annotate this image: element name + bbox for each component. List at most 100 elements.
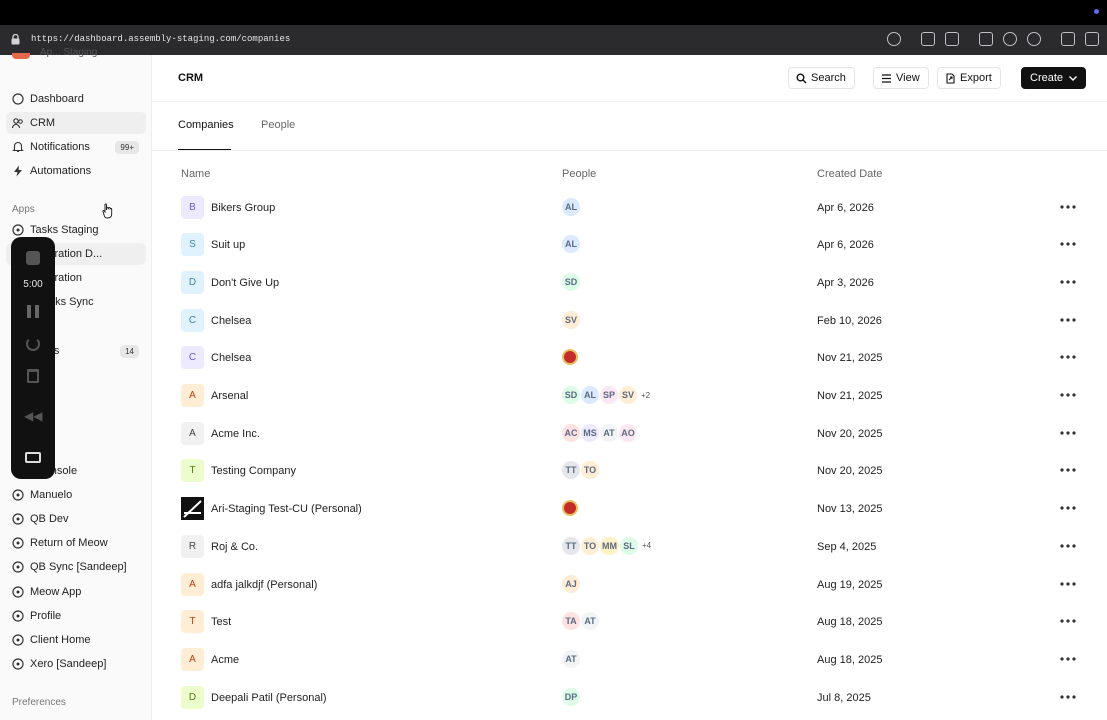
row-more-options-icon[interactable] bbox=[1060, 424, 1080, 438]
tab-people[interactable]: People bbox=[261, 119, 295, 131]
person-avatar[interactable]: AJ bbox=[562, 574, 580, 593]
person-avatar[interactable]: SV bbox=[562, 310, 580, 329]
company-name[interactable]: Acme Inc. bbox=[211, 428, 260, 440]
person-avatar[interactable]: TT bbox=[562, 461, 580, 480]
column-header-created-date[interactable]: Created Date bbox=[817, 168, 882, 180]
person-avatar[interactable]: AT bbox=[600, 423, 618, 442]
company-name[interactable]: Test bbox=[211, 616, 231, 628]
row-more-options-icon[interactable] bbox=[1060, 612, 1080, 626]
person-avatar[interactable]: AC bbox=[562, 423, 580, 442]
row-more-options-icon[interactable] bbox=[1060, 537, 1080, 551]
person-avatar[interactable]: AT bbox=[581, 612, 599, 631]
sidebar-toggle-icon[interactable] bbox=[1085, 32, 1099, 46]
company-name[interactable]: Chelsea bbox=[211, 352, 251, 364]
company-name[interactable]: Don't Give Up bbox=[211, 277, 279, 289]
person-avatar[interactable]: SD bbox=[562, 272, 580, 291]
row-more-options-icon[interactable] bbox=[1060, 273, 1080, 287]
person-avatar[interactable]: MS bbox=[581, 423, 599, 442]
trash-icon[interactable] bbox=[27, 369, 39, 383]
sidebar-app-item[interactable]: Manuelo bbox=[6, 484, 146, 506]
sidebar-item-automations[interactable]: Automations bbox=[6, 160, 146, 182]
camera-toggle-icon[interactable] bbox=[25, 452, 41, 463]
table-row[interactable]: T Test TA AT Aug 18, 2025 bbox=[172, 604, 1107, 641]
company-name[interactable]: Ari-Staging Test-CU (Personal) bbox=[211, 503, 362, 515]
company-name[interactable]: Suit up bbox=[211, 239, 245, 251]
sidebar-item-notifications[interactable]: Notifications 99+ bbox=[6, 136, 146, 158]
person-avatar[interactable]: MM bbox=[600, 536, 619, 555]
globe-icon[interactable] bbox=[1003, 32, 1017, 46]
row-more-options-icon[interactable] bbox=[1060, 688, 1080, 702]
view-button[interactable]: View bbox=[873, 67, 929, 89]
stop-recording-button[interactable] bbox=[26, 251, 40, 265]
folder-icon[interactable] bbox=[979, 32, 993, 46]
company-name[interactable]: Arsenal bbox=[211, 390, 248, 402]
table-row[interactable]: C Chelsea Nov 21, 2025 bbox=[172, 340, 1107, 377]
row-more-options-icon[interactable] bbox=[1060, 461, 1080, 475]
person-avatar[interactable]: TO bbox=[581, 536, 599, 555]
company-name[interactable]: Testing Company bbox=[211, 465, 296, 477]
person-avatar[interactable]: TT bbox=[562, 536, 580, 555]
sidebar-app-item[interactable]: Client Home bbox=[6, 629, 146, 651]
row-more-options-icon[interactable] bbox=[1060, 650, 1080, 664]
restart-button[interactable] bbox=[26, 337, 40, 351]
person-avatar[interactable]: DP bbox=[562, 687, 580, 706]
table-row[interactable]: S Suit up AL Apr 6, 2026 bbox=[172, 227, 1107, 264]
row-more-options-icon[interactable] bbox=[1060, 235, 1080, 249]
camera-icon[interactable] bbox=[945, 32, 959, 46]
company-name[interactable]: Roj & Co. bbox=[211, 541, 258, 553]
person-avatar[interactable]: TA bbox=[562, 612, 580, 631]
table-row[interactable]: Ari-Staging Test-CU (Personal) Nov 13, 20… bbox=[172, 491, 1107, 528]
screenshot-icon[interactable] bbox=[921, 32, 935, 46]
table-row[interactable]: Aadfa jalkdjf (Personal) AJ Aug 19, 2025 bbox=[172, 567, 1107, 604]
table-row[interactable]: C Chelsea SV Feb 10, 2026 bbox=[172, 303, 1107, 340]
person-avatar[interactable]: TO bbox=[581, 461, 599, 480]
table-row[interactable]: D Deepali Patil (Personal) DP Jul 8, 2025 bbox=[172, 680, 1107, 717]
table-row[interactable]: B Bikers Group AL Apr 6, 2026 bbox=[172, 190, 1107, 227]
sidebar-app-item[interactable]: Profile bbox=[6, 605, 146, 627]
person-avatar[interactable]: SV bbox=[619, 386, 637, 404]
row-more-options-icon[interactable] bbox=[1060, 311, 1080, 325]
sidebar-item-crm[interactable]: CRM bbox=[6, 112, 146, 134]
table-row[interactable]: A Acme AT Aug 18, 2025 bbox=[172, 642, 1107, 679]
row-more-options-icon[interactable] bbox=[1060, 348, 1080, 362]
table-row[interactable]: A Acme Inc. AC MS AT AO Nov 20, 2025 bbox=[172, 416, 1107, 453]
workspace-logo[interactable] bbox=[12, 53, 30, 59]
person-avatar[interactable]: SL bbox=[620, 536, 638, 555]
company-name[interactable]: Deepali Patil (Personal) bbox=[211, 692, 327, 704]
column-header-name[interactable]: Name bbox=[181, 168, 210, 180]
company-name[interactable]: Bikers Group bbox=[211, 202, 275, 214]
company-name[interactable]: adfa jalkdjf (Personal) bbox=[211, 579, 317, 591]
person-avatar[interactable]: SD bbox=[562, 386, 580, 404]
person-avatar[interactable]: SP bbox=[600, 386, 618, 404]
row-more-options-icon[interactable] bbox=[1060, 575, 1080, 589]
person-avatar[interactable]: AL bbox=[581, 386, 599, 404]
row-more-options-icon[interactable] bbox=[1060, 198, 1080, 212]
pause-button[interactable] bbox=[27, 305, 39, 318]
table-row[interactable]: A Arsenal SD AL SP SV +2 Nov 21, 2025 bbox=[172, 378, 1107, 415]
table-row[interactable]: R Roj & Co. TT TO MM SL +4 Sep 4, 2025 bbox=[172, 529, 1107, 566]
sidebar-app-item[interactable]: Xero [Sandeep] bbox=[6, 653, 146, 675]
tab-companies[interactable]: Companies bbox=[178, 119, 234, 131]
export-button[interactable]: Export bbox=[937, 67, 1001, 89]
search-button[interactable]: Search bbox=[788, 67, 855, 89]
person-avatar[interactable]: AL bbox=[562, 197, 580, 216]
create-button[interactable]: Create bbox=[1021, 67, 1087, 89]
workspace-name[interactable]: Ap... Staging bbox=[40, 47, 135, 57]
row-more-options-icon[interactable] bbox=[1060, 499, 1080, 513]
person-avatar[interactable]: AT bbox=[562, 649, 580, 668]
company-name[interactable]: Acme bbox=[211, 654, 239, 666]
column-header-people[interactable]: People bbox=[562, 168, 596, 180]
link-icon[interactable] bbox=[887, 32, 901, 46]
person-avatar[interactable]: AL bbox=[562, 235, 580, 254]
sidebar-item-dashboard[interactable]: Dashboard bbox=[6, 88, 146, 110]
sidebar-app-item[interactable]: QB Dev bbox=[6, 508, 146, 530]
person-avatar[interactable]: AO bbox=[619, 423, 637, 442]
rewind-icon[interactable]: ◀◀ bbox=[24, 409, 42, 423]
crosshair-icon[interactable] bbox=[1027, 32, 1041, 46]
row-more-options-icon[interactable] bbox=[1060, 386, 1080, 400]
sidebar-app-item[interactable]: Meow App bbox=[6, 581, 146, 603]
sidebar-app-item[interactable]: QB Sync [Sandeep] bbox=[6, 556, 146, 578]
company-name[interactable]: Chelsea bbox=[211, 315, 251, 327]
code-icon[interactable] bbox=[1061, 32, 1075, 46]
address-bar[interactable]: https://dashboard.assembly-staging.com/c… bbox=[31, 34, 290, 44]
